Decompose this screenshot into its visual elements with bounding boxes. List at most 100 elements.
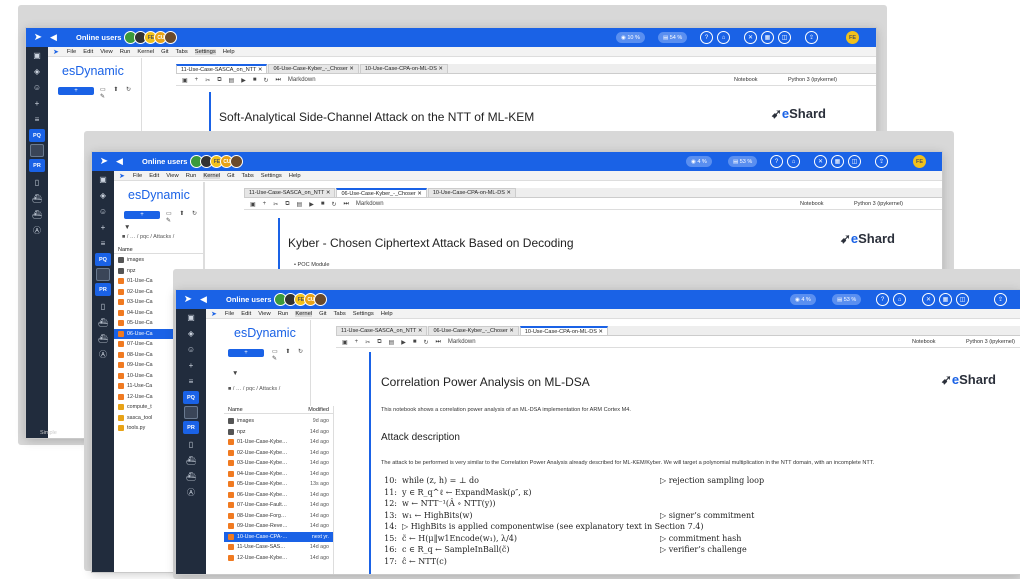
list-item[interactable]: images [114,255,203,266]
docker-icon[interactable]: ⛴ [92,314,114,330]
share-icon[interactable]: ⇪ [994,293,1007,306]
menu-kernel[interactable]: Kernel [295,310,313,317]
layers-icon[interactable]: ◈ [92,187,114,203]
back-icon[interactable]: ◀ [50,32,64,43]
tab-notebook[interactable]: 10-Use-Case-CPA-on-ML-DS ✕ [427,188,517,197]
filter-icon[interactable]: ▼ [124,224,130,231]
document-icon[interactable]: ▯ [26,174,48,190]
files-icon[interactable]: ▣ [26,47,48,63]
help-icon[interactable]: ? [700,31,713,44]
list-item[interactable]: npz 14d ago [224,427,333,438]
new-launcher-button[interactable]: + [228,349,264,357]
restart-icon[interactable]: ↻ [263,77,268,84]
book-icon[interactable]: ⌂ [787,155,800,168]
grid-icon[interactable]: ▦ [831,155,844,168]
list-item[interactable]: 04-Use-Case-Kybe… 14d ago [224,469,333,480]
restart-run-icon[interactable]: ⏭ [343,201,348,208]
cell-type-select[interactable]: Markdown [288,77,316,83]
menu-run[interactable]: Run [186,173,197,179]
breadcrumb[interactable]: ■ / … / pqc / Attacks / [122,234,174,240]
menu-view[interactable]: View [100,49,112,55]
tab-notebook[interactable]: 06-Use-Case-Kyber_-_Choser ✕ [268,64,359,73]
docker-icon[interactable]: ⛴ [26,206,48,222]
copy-icon[interactable]: ⧉ [377,339,381,346]
grid-icon[interactable]: ▦ [761,31,774,44]
list-item[interactable]: 03-Use-Case-Kybe… 14d ago [224,458,333,469]
restart-run-icon[interactable]: ⏭ [435,339,440,346]
tab-notebook[interactable]: 11-Use-Case-SASCA_on_NTT ✕ [336,326,428,335]
paste-icon[interactable]: ▤ [229,77,235,84]
close-session-icon[interactable]: ✕ [744,31,757,44]
menu-settings[interactable]: Settings [353,311,374,317]
pq-button[interactable]: PQ [183,391,199,404]
menu-edit[interactable]: Edit [149,173,159,179]
menu-run[interactable]: Run [120,49,131,55]
list-item[interactable]: 07-Use-Case-Fault… 14d ago [224,500,333,511]
menu-view[interactable]: View [258,311,270,317]
help-icon[interactable]: ? [876,293,889,306]
column-name[interactable]: Name [118,247,133,253]
user-icon[interactable]: ☺ [92,203,114,219]
cut-icon[interactable]: ✂ [365,339,370,346]
close-session-icon[interactable]: ✕ [922,293,935,306]
restart-run-icon[interactable]: ⏭ [275,77,280,84]
esdynamic-logo-icon[interactable]: ➤ [92,156,116,167]
list-item[interactable]: 05-Use-Case-Kybe… 13s ago [224,479,333,490]
pq-button[interactable]: PQ [95,253,111,266]
cell-type-select[interactable]: Markdown [356,201,384,207]
menu-settings[interactable]: Settings [194,48,216,55]
add-cell-icon[interactable]: + [195,77,199,83]
save-icon[interactable]: ▣ [250,201,256,208]
avatar[interactable] [164,31,178,44]
column-name[interactable]: Name [228,407,243,413]
workspace-tile[interactable] [30,144,44,157]
docker-icon[interactable]: ⛴ [92,330,114,346]
layers-icon[interactable]: ◈ [176,325,206,341]
document-icon[interactable]: ▯ [92,298,114,314]
ai-icon[interactable]: Ⓐ [176,484,206,500]
cell-type-select[interactable]: Markdown [448,339,476,345]
menu-kernel[interactable]: Kernel [137,49,154,55]
esdynamic-logo-icon[interactable]: ➤ [26,32,50,43]
list-item[interactable]: 09-Use-Case-Reve… 14d ago [224,521,333,532]
list-item[interactable]: 11-Use-Case-SAS… 14d ago [224,542,333,553]
avatar[interactable] [314,293,328,306]
markdown-cell[interactable]: Correlation Power Analysis on ML-DSA ➹eS… [369,352,1019,574]
ai-icon[interactable]: Ⓐ [26,222,48,238]
menu-help[interactable]: Help [223,49,235,55]
run-icon[interactable]: ▶ [401,339,406,346]
tab-notebook[interactable]: 06-Use-Case-Kyber_-_Choser ✕ [428,326,519,335]
tab-notebook[interactable]: 10-Use-Case-CPA-on-ML-DS ✕ [519,326,609,335]
user-icon[interactable]: ☺ [176,341,206,357]
tab-notebook[interactable]: 11-Use-Case-SASCA_on_NTT ✕ [176,64,268,73]
kernel-name[interactable]: Python 3 (ipykernel) [854,201,903,207]
share-icon[interactable]: ⇪ [805,31,818,44]
new-launcher-button[interactable]: + [124,211,160,219]
avatar[interactable] [230,155,244,168]
sidebar-toggle-icon[interactable]: ≡ [176,373,206,389]
menu-help[interactable]: Help [381,311,393,317]
files-icon[interactable]: ▣ [92,171,114,187]
esdynamic-logo-icon[interactable]: ➤ [176,294,200,305]
list-item[interactable]: 10-Use-Case-CPA-… next yr. [224,531,333,542]
column-modified[interactable]: Modified [308,407,329,413]
ai-icon[interactable]: Ⓐ [92,346,114,362]
menu-run[interactable]: Run [278,311,289,317]
menu-edit[interactable]: Edit [241,311,251,317]
menu-file[interactable]: File [133,173,142,179]
docker-icon[interactable]: ⛴ [26,190,48,206]
stop-icon[interactable]: ■ [253,77,257,83]
list-item[interactable]: 08-Use-Case-Forg… 14d ago [224,511,333,522]
menu-kernel[interactable]: Kernel [203,172,221,179]
cut-icon[interactable]: ✂ [205,77,210,84]
restart-icon[interactable]: ↻ [423,339,428,346]
share-icon[interactable]: ⇪ [875,155,888,168]
pr-button[interactable]: PR [183,421,199,434]
menu-help[interactable]: Help [289,173,301,179]
tab-notebook[interactable]: 11-Use-Case-SASCA_on_NTT ✕ [244,188,336,197]
back-icon[interactable]: ◀ [116,156,130,167]
save-icon[interactable]: ▣ [182,77,188,84]
document-icon[interactable]: ▯ [176,436,206,452]
list-item[interactable]: images 9d ago [224,416,333,427]
paste-icon[interactable]: ▤ [389,339,395,346]
